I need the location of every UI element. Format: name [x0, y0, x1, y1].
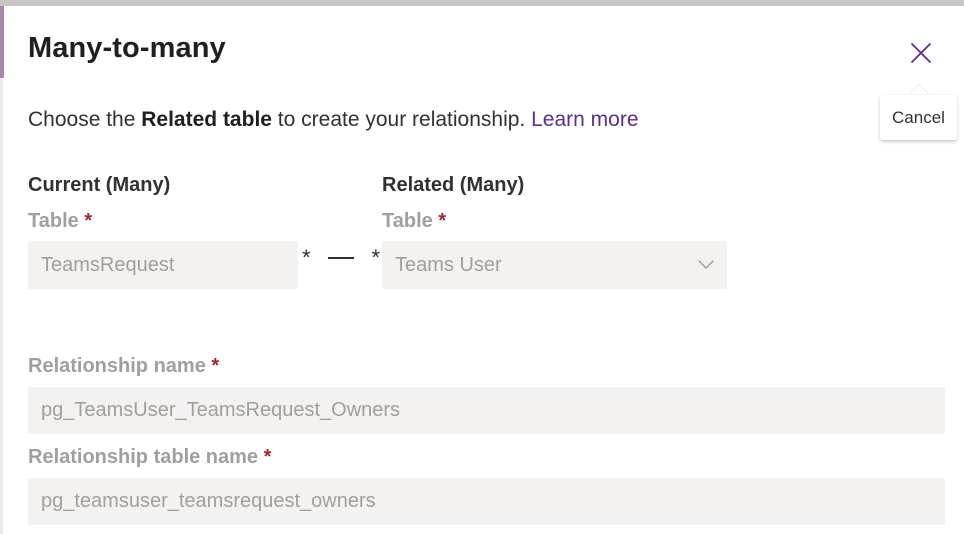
cancel-tooltip: Cancel: [880, 95, 957, 140]
related-table-label-text: Table: [382, 210, 433, 232]
related-table-dropdown[interactable]: Teams User: [382, 241, 727, 289]
relationship-name-label-text: Relationship name: [28, 355, 206, 377]
many-to-many-connector: * *: [302, 242, 380, 274]
connector-right-asterisk: *: [371, 245, 380, 270]
close-button[interactable]: [906, 38, 936, 68]
relationship-table-name-input: pg_teamsuser_teamsrequest_owners: [28, 478, 945, 525]
relationship-name-value: pg_TeamsUser_TeamsRequest_Owners: [41, 399, 401, 421]
current-table-value: TeamsRequest: [41, 253, 175, 276]
required-marker: *: [438, 210, 447, 232]
required-marker: *: [211, 355, 220, 377]
related-table-label: Table *: [382, 210, 446, 233]
required-marker: *: [84, 210, 93, 232]
dialog-description: Choose the Related table to create your …: [28, 108, 639, 132]
close-icon: [911, 43, 931, 63]
relationship-table-name-label-text: Relationship table name: [28, 446, 259, 468]
current-table-label: Table *: [28, 210, 92, 233]
left-edge: [0, 78, 3, 534]
learn-more-link[interactable]: Learn more: [531, 108, 638, 131]
relationship-name-input: pg_TeamsUser_TeamsRequest_Owners: [28, 387, 945, 434]
relationship-table-name-value: pg_teamsuser_teamsrequest_owners: [41, 490, 376, 512]
description-prefix: Choose the: [28, 108, 142, 131]
relationship-table-name-label: Relationship table name *: [28, 446, 271, 469]
current-heading: Current (Many): [28, 174, 171, 196]
current-table-label-text: Table: [28, 210, 79, 232]
left-accent-bar: [0, 6, 4, 78]
related-heading: Related (Many): [382, 174, 525, 196]
dialog-title: Many-to-many: [28, 32, 226, 64]
description-bold: Related table: [141, 108, 272, 131]
chevron-down-icon: [698, 260, 714, 269]
related-table-value: Teams User: [395, 253, 502, 276]
relationship-name-label: Relationship name *: [28, 355, 219, 378]
required-marker: *: [263, 446, 272, 468]
many-to-many-panel: Many-to-many Cancel Choose the Related t…: [0, 0, 964, 534]
connector-left-asterisk: *: [302, 245, 311, 270]
current-table-input: TeamsRequest: [28, 241, 298, 289]
top-border: [0, 0, 964, 6]
description-middle: to create your relationship.: [271, 108, 532, 131]
connector-line: [328, 257, 354, 259]
